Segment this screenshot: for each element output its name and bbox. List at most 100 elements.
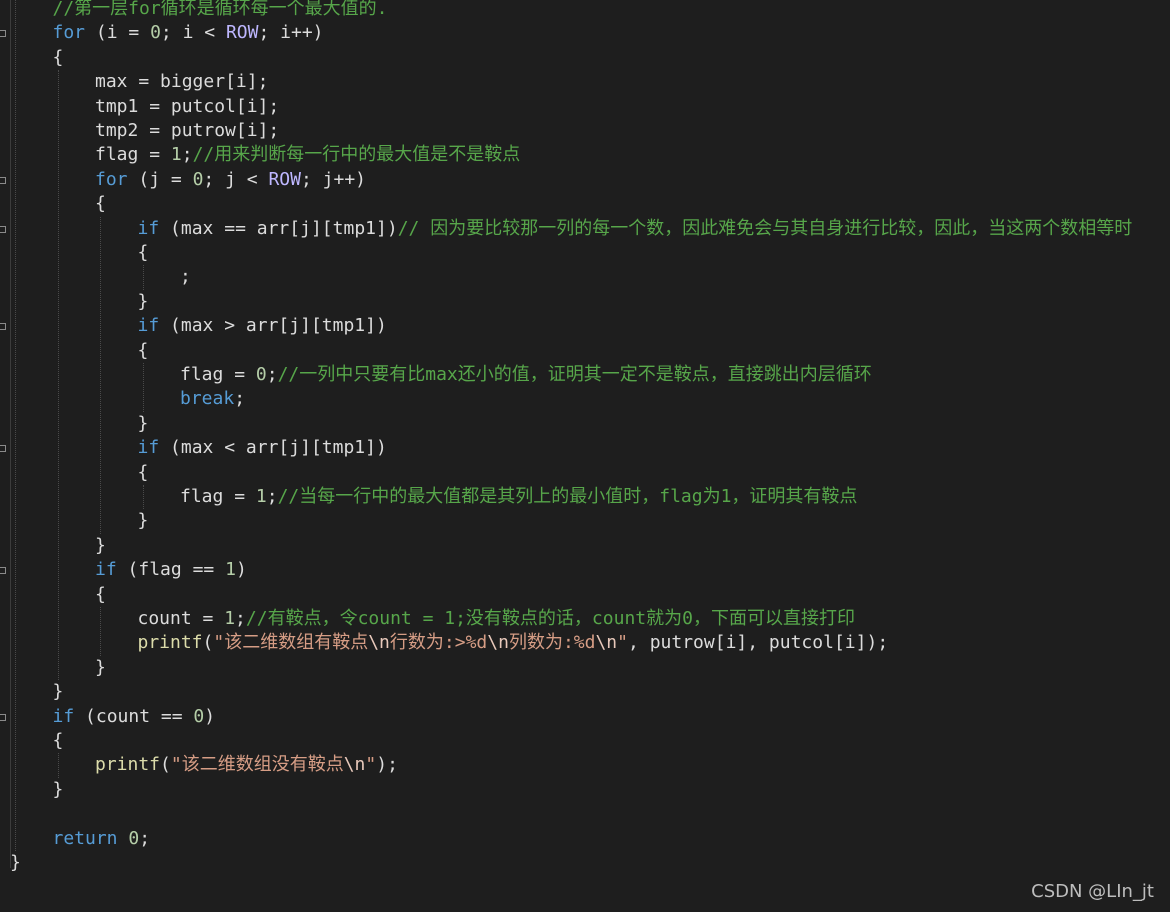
code-token: = (138, 95, 171, 117)
code-token: 1 (255, 486, 267, 507)
code-token: putcol (170, 95, 236, 117)
code-line[interactable]: if (count == 0) (53, 705, 216, 729)
code-token: ROW (225, 22, 259, 44)
code-token: ); (376, 754, 398, 776)
code-line[interactable]: { (95, 192, 106, 216)
code-line[interactable]: } (138, 412, 149, 436)
code-line[interactable]: { (95, 583, 106, 607)
code-line[interactable]: tmp2 = putrow[i]; (95, 119, 279, 143)
code-line[interactable]: { (53, 729, 64, 753)
code-token: ; (300, 168, 323, 190)
code-token: } (137, 290, 149, 312)
code-token: if (137, 437, 160, 459)
fold-toggle-icon[interactable] (0, 567, 6, 575)
code-token: //当每一行中的最大值都是其列上的最小值时，flag为1，证明其有鞍点 (277, 486, 858, 507)
code-line[interactable]: flag = 1;//当每一行中的最大值都是其列上的最小值时，flag为1，证明… (180, 485, 857, 509)
code-token: ( (127, 168, 150, 190)
indent-guide (100, 607, 101, 656)
code-line[interactable]: tmp1 = putcol[i]; (95, 95, 279, 119)
code-token: ]) (376, 217, 398, 239)
fold-toggle-icon[interactable] (0, 30, 6, 38)
code-line[interactable]: return 0; (53, 827, 151, 851)
code-token: > (213, 315, 246, 337)
code-line[interactable]: break; (180, 387, 245, 411)
code-token: ( (159, 437, 181, 459)
code-token: \n (368, 632, 390, 654)
code-token: ; (181, 144, 193, 166)
code-token: 0 (193, 705, 205, 727)
code-token: //一列中只要有比max还小的值，证明其一定不是鞍点，直接跳出内层循环 (277, 364, 872, 385)
code-line[interactable]: { (138, 461, 149, 485)
code-token: 0 (192, 168, 204, 190)
code-token: ; (203, 168, 226, 190)
code-line[interactable]: if (flag == 1) (95, 558, 247, 582)
code-line[interactable]: count = 1;//有鞍点，令count = 1;没有鞍点的话，count就… (138, 607, 855, 631)
code-line[interactable]: for (i = 0; i < ROW; i++) (53, 21, 324, 45)
code-token: ROW (268, 168, 301, 190)
code-token: if (137, 315, 160, 337)
code-token: j (322, 168, 334, 190)
code-token: ], (736, 632, 769, 654)
code-token: tmp1 (332, 217, 376, 239)
code-line[interactable]: flag = 1;//用来判断每一行中的最大值是不是鞍点 (95, 143, 520, 167)
code-line[interactable]: } (95, 656, 106, 680)
code-token: if (52, 705, 75, 727)
code-token: { (52, 730, 64, 751)
code-line[interactable]: } (53, 778, 64, 802)
fold-toggle-icon[interactable] (0, 176, 6, 184)
code-token: arr (245, 437, 279, 459)
watermark: CSDN @LIn_jt (1031, 881, 1154, 902)
fold-toggle-icon[interactable] (0, 323, 6, 331)
code-editor[interactable]: //第一层for循环是循环每一个最大值的. for (i = 0; i < ROW… (0, 0, 1170, 912)
code-line[interactable]: printf("该二维数组没有鞍点\n"); (95, 753, 398, 777)
code-line[interactable]: } (138, 509, 149, 533)
code-line[interactable]: { (138, 339, 149, 363)
code-token: flag (138, 559, 182, 581)
fold-toggle-icon[interactable] (0, 713, 6, 721)
code-token: ( (202, 632, 214, 654)
code-line[interactable]: //第一层for循环是循环每一个最大值的. (53, 0, 388, 21)
indent-guide (142, 485, 144, 510)
code-token: putrow (649, 632, 715, 654)
code-token: 0 (255, 364, 267, 385)
code-line[interactable]: for (j = 0; j < ROW; j++) (95, 168, 366, 192)
code-token: tmp1 (321, 437, 366, 459)
code-token: count (137, 608, 192, 629)
code-line[interactable]: max = bigger[i]; (95, 70, 268, 94)
code-line[interactable]: } (138, 290, 149, 314)
code-token: [ (289, 217, 301, 239)
code-token: = (191, 608, 225, 629)
code-line[interactable]: } (95, 534, 106, 558)
code-token: ( (74, 705, 96, 727)
code-line[interactable]: { (53, 46, 64, 70)
code-token: } (10, 852, 21, 873)
code-token: //用来判断每一行中的最大值是不是鞍点 (192, 144, 521, 166)
code-token: < (235, 168, 269, 190)
code-line[interactable]: if (max > arr[j][tmp1]) (138, 314, 387, 338)
code-token: ; (266, 486, 278, 507)
indent-guide (142, 363, 144, 412)
code-line[interactable]: if (max < arr[j][tmp1]) (138, 436, 387, 460)
indent-guide (57, 753, 59, 778)
code-line[interactable]: flag = 0;//一列中只要有比max还小的值，证明其一定不是鞍点，直接跳出… (180, 363, 872, 387)
code-line[interactable]: printf("该二维数组有鞍点\n行数为:>%d\n列数为:%d\n", pu… (138, 631, 889, 655)
code-line[interactable]: { (138, 241, 149, 265)
fold-toggle-icon[interactable] (0, 225, 6, 233)
code-token: [ (714, 632, 726, 654)
code-line[interactable]: if (max == arr[j][tmp1])// 因为要比较那一列的每一个数… (138, 217, 1133, 241)
fold-toggle-icon[interactable] (0, 445, 6, 453)
code-token: , (628, 632, 650, 654)
code-token: ; (180, 266, 191, 288)
indent-guide (57, 70, 59, 681)
code-line[interactable]: } (10, 851, 21, 875)
code-token: max (180, 217, 214, 239)
code-line[interactable]: ; (180, 265, 191, 289)
code-token: ]); (855, 632, 889, 654)
code-token: ; (266, 364, 278, 385)
code-token: " (365, 754, 377, 776)
code-token: ( (160, 754, 171, 776)
code-token: flag (180, 364, 224, 385)
code-line[interactable]: } (53, 680, 64, 704)
code-token: } (137, 412, 149, 434)
code-token: tmp1 (95, 95, 139, 117)
